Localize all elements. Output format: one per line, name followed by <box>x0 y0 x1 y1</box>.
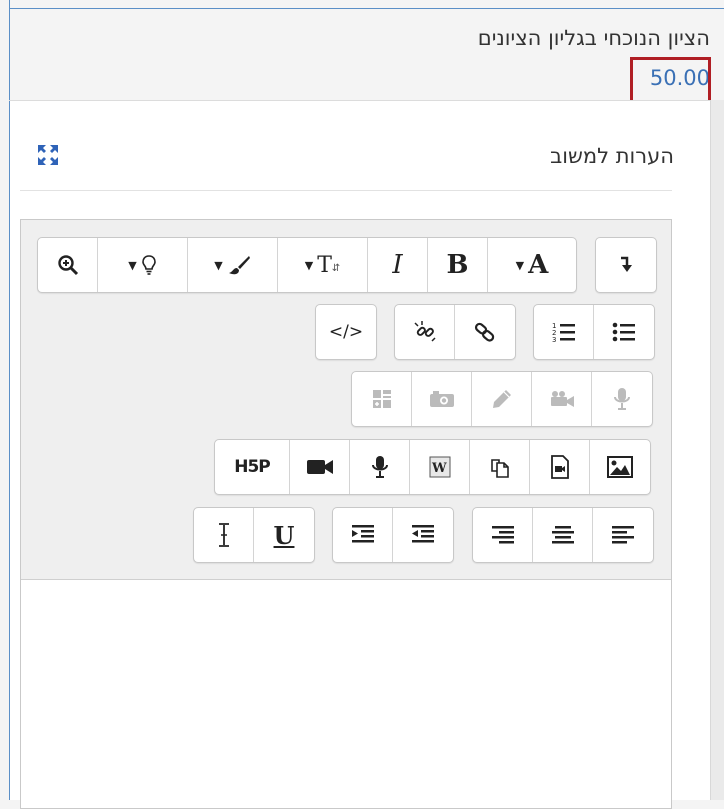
align-left-button[interactable] <box>593 508 653 562</box>
paintbrush-icon <box>228 256 250 275</box>
expand-arrows-icon <box>38 145 58 165</box>
header-divider <box>20 190 672 191</box>
video-button[interactable] <box>290 440 350 494</box>
align-center-icon <box>551 526 574 544</box>
indent-icon <box>351 525 374 543</box>
image-icon <box>607 456 633 478</box>
font-size-arrows-icon: ⇵ <box>331 262 341 274</box>
table-button[interactable] <box>352 372 412 426</box>
camera-button[interactable] <box>412 372 472 426</box>
ordered-list-button[interactable]: 1 2 3 <box>534 305 594 359</box>
svg-text:W: W <box>431 461 447 476</box>
file-video-icon <box>550 455 569 479</box>
align-right-icon <box>491 526 514 544</box>
insert-file-button[interactable] <box>530 440 590 494</box>
current-grade-label: הציון הנוכחי בגליון הציונים <box>477 26 710 50</box>
audio-button[interactable] <box>350 440 410 494</box>
toolbar-group-text: U <box>193 507 315 563</box>
toolbar-toggle-icon <box>621 256 632 272</box>
chevron-down-icon: ▼ <box>304 258 314 272</box>
video-camera-icon <box>550 391 574 407</box>
video-icon <box>306 460 333 474</box>
feedback-comments-label: הערות למשוב <box>550 144 674 168</box>
code-icon: </> <box>328 322 364 342</box>
bold-button[interactable]: B <box>428 238 488 292</box>
indent-button[interactable] <box>333 508 393 562</box>
zoom-in-icon <box>57 255 78 276</box>
underline-button[interactable]: U <box>254 508 314 562</box>
clear-formatting-button[interactable] <box>194 508 254 562</box>
microphone-icon <box>371 456 388 478</box>
link-icon <box>474 322 495 342</box>
toolbar-group-format: ▼ ▼ ▼ T ⇵ I B ▼ A <box>37 237 577 293</box>
editor-content-area[interactable] <box>21 580 671 808</box>
italic-button[interactable]: I <box>368 238 428 292</box>
record-video-button[interactable] <box>532 372 592 426</box>
underline-label: U <box>273 520 295 550</box>
html-source-button[interactable]: </> <box>316 305 376 359</box>
paste-from-word-button[interactable]: W <box>410 440 470 494</box>
unlink-button[interactable] <box>395 305 455 359</box>
align-right-button[interactable] <box>473 508 533 562</box>
toolbar-group-lists: 1 2 3 <box>533 304 655 360</box>
unordered-list-button[interactable] <box>594 305 654 359</box>
toolbar-group-toggle <box>595 237 657 293</box>
style-dropdown-button[interactable]: ▼ <box>188 238 278 292</box>
unlink-icon <box>413 321 436 342</box>
toolbar-group-align <box>472 507 654 563</box>
bold-label: B <box>446 250 469 280</box>
italic-label: I <box>392 250 403 280</box>
toolbar-group-media-disabled <box>351 371 653 427</box>
font-color-icon: A <box>528 250 549 280</box>
outdent-button[interactable] <box>393 508 453 562</box>
scroll-strip <box>710 100 724 800</box>
text-cursor-icon <box>218 523 229 547</box>
toolbar-group-code: </> <box>315 304 377 360</box>
insert-dropdown-button[interactable]: ▼ <box>98 238 188 292</box>
pencil-icon <box>492 390 511 408</box>
toolbar-group-media: H5P W <box>214 439 651 495</box>
frame-top-border <box>9 8 724 9</box>
record-audio-button[interactable] <box>592 372 652 426</box>
editor-toolbar: ▼ ▼ ▼ T ⇵ I B ▼ A </> 1 2 3 H5P W U <box>21 220 671 580</box>
fullscreen-expand-icon[interactable] <box>35 142 61 168</box>
chevron-down-icon: ▼ <box>128 258 137 272</box>
table-icon <box>372 390 391 408</box>
word-icon: W <box>429 456 450 478</box>
bullet-list-icon <box>612 322 635 342</box>
lightbulb-icon <box>141 255 156 275</box>
h5p-icon: H5P <box>234 457 271 477</box>
chevron-down-icon: ▼ <box>214 258 223 272</box>
chevron-down-icon: ▼ <box>515 258 525 272</box>
microphone-icon <box>614 388 630 410</box>
insert-image-button[interactable] <box>590 440 650 494</box>
toolbar-group-links <box>394 304 516 360</box>
font-size-icon: T <box>317 252 332 278</box>
outdent-icon <box>412 525 434 543</box>
h5p-button[interactable]: H5P <box>215 440 290 494</box>
zoom-button[interactable] <box>38 238 98 292</box>
align-center-button[interactable] <box>533 508 593 562</box>
align-left-icon <box>612 526 634 544</box>
numbered-list-icon: 1 2 3 <box>552 322 575 343</box>
copy-paste-icon <box>490 459 509 478</box>
draw-button[interactable] <box>472 372 532 426</box>
font-size-dropdown-button[interactable]: ▼ T ⇵ <box>278 238 368 292</box>
toolbar-toggle-button[interactable] <box>596 238 656 292</box>
link-button[interactable] <box>455 305 515 359</box>
camera-icon <box>429 391 454 407</box>
paste-button[interactable] <box>470 440 530 494</box>
svg-text:3: 3 <box>552 336 556 343</box>
toolbar-group-indent <box>332 507 454 563</box>
font-color-dropdown-button[interactable]: ▼ A <box>488 238 576 292</box>
